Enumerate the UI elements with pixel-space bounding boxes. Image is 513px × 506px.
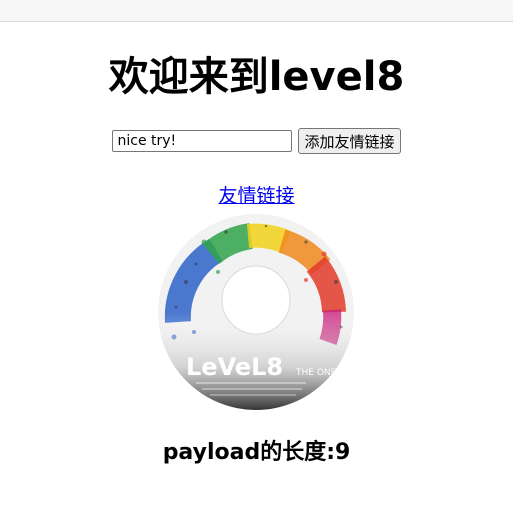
- friend-link[interactable]: 友情链接: [218, 185, 294, 207]
- page-title: 欢迎来到level8: [108, 54, 405, 100]
- add-link-button[interactable]: 添加友情链接: [298, 128, 401, 154]
- level8-disc-image: LeVeL8 THE ONE: [158, 214, 354, 410]
- disc-logo-text: LeVeL8: [186, 353, 283, 381]
- browser-top-bar: [0, 0, 513, 22]
- payload-length-text: payload的长度:9: [162, 440, 351, 465]
- link-form: 添加友情链接: [0, 128, 513, 154]
- keyword-input[interactable]: [112, 130, 293, 152]
- disc-logo-subtext: THE ONE: [295, 368, 337, 378]
- friend-link-container: 友情链接: [0, 183, 513, 209]
